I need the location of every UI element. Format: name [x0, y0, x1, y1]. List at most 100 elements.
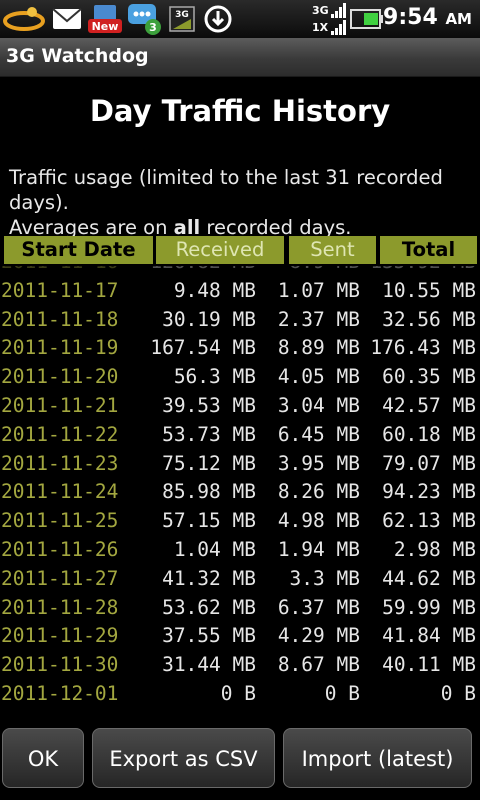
- table-row: 2011-11-23 75.12 MB 3.95 MB 79.07 MB: [0, 450, 480, 479]
- received-cell: 53.62 MB: [162, 595, 256, 619]
- date-cell: 2011-11-27: [1, 566, 119, 590]
- date-cell: 2011-11-17: [1, 278, 119, 302]
- description: Traffic usage (limited to the last 31 re…: [9, 165, 479, 240]
- network-type-top: 3G: [312, 4, 329, 17]
- date-cell: 2011-11-19: [1, 336, 119, 360]
- description-line-1: Traffic usage (limited to the last 31 re…: [9, 166, 443, 214]
- sent-cell: 4.98 MB: [277, 509, 360, 533]
- total-cell: 41.84 MB: [382, 624, 476, 648]
- battery-icon: [350, 3, 384, 35]
- table-row: 2011-11-24 85.98 MB 8.26 MB 94.23 MB: [0, 478, 480, 507]
- date-cell: 2011-11-18: [1, 307, 119, 331]
- app-title: 3G Watchdog: [6, 45, 149, 67]
- received-cell: 53.73 MB: [162, 422, 256, 446]
- header-received[interactable]: Received: [156, 236, 284, 264]
- sent-cell: 8.9 MB: [290, 266, 360, 277]
- received-cell: 39.53 MB: [162, 393, 256, 417]
- page-title: Day Traffic History: [89, 94, 391, 128]
- total-cell: 62.13 MB: [382, 509, 476, 533]
- date-cell: 2011-11-21: [1, 393, 119, 417]
- received-cell: 41.32 MB: [162, 566, 256, 590]
- table-row: 2011-11-29 37.55 MB 4.29 MB 41.84 MB: [0, 622, 480, 651]
- received-cell: 126.82 MB: [150, 266, 256, 277]
- export-csv-button[interactable]: Export as CSV: [92, 728, 275, 788]
- table-row: 2011-11-16 126.82 MB 8.9 MB 135.92 MB: [0, 266, 480, 277]
- sent-cell: 2.37 MB: [277, 307, 360, 331]
- total-cell: 10.55 MB: [382, 278, 476, 302]
- app-title-bar: 3G Watchdog: [0, 38, 480, 77]
- header-sent[interactable]: Sent: [289, 236, 376, 264]
- total-cell: 40.11 MB: [382, 653, 476, 677]
- total-cell: 32.56 MB: [382, 307, 476, 331]
- date-cell: 2011-11-26: [1, 537, 119, 561]
- total-cell: 2.98 MB: [393, 537, 476, 561]
- network-type-bottom: 1X: [312, 21, 329, 34]
- header-total[interactable]: Total: [380, 236, 477, 264]
- received-cell: 37.55 MB: [162, 624, 256, 648]
- date-cell: 2011-11-30: [1, 653, 119, 677]
- table-row: 2011-11-18 30.19 MB 2.37 MB 32.56 MB: [0, 306, 480, 335]
- date-cell: 2011-11-22: [1, 422, 119, 446]
- total-cell: 60.18 MB: [382, 422, 476, 446]
- download-icon: [202, 3, 234, 35]
- sent-cell: 1.94 MB: [277, 537, 360, 561]
- chat-bubble-icon: 3: [126, 3, 164, 35]
- total-cell: 94.23 MB: [382, 480, 476, 504]
- svg-text:New: New: [92, 20, 119, 33]
- mail-icon: [50, 3, 84, 35]
- sent-cell: 6.45 MB: [277, 422, 360, 446]
- sent-cell: 6.37 MB: [277, 595, 360, 619]
- date-cell: 2011-11-28: [1, 595, 119, 619]
- sent-cell: 1.07 MB: [277, 278, 360, 302]
- ok-button[interactable]: OK: [2, 728, 84, 788]
- sent-cell: 4.05 MB: [277, 365, 360, 389]
- total-cell: 44.62 MB: [382, 566, 476, 590]
- received-cell: 56.3 MB: [173, 365, 256, 389]
- traffic-table[interactable]: 2011-11-16126.82 MB8.9 MB135.92 MB2011-1…: [0, 266, 480, 720]
- table-row: 2011-11-21 39.53 MB 3.04 MB 42.57 MB: [0, 392, 480, 421]
- total-cell: 59.99 MB: [382, 595, 476, 619]
- date-cell: 2011-11-16: [1, 266, 118, 277]
- import-latest-button[interactable]: Import (latest): [283, 728, 472, 788]
- received-cell: 167.54 MB: [150, 336, 256, 360]
- table-row: 2011-11-26 1.04 MB 1.94 MB 2.98 MB: [0, 536, 480, 565]
- new-market-icon: New: [86, 3, 124, 35]
- sent-cell: 8.26 MB: [277, 480, 360, 504]
- table-row: 2011-11-27 41.32 MB 3.3 MB 44.62 MB: [0, 565, 480, 594]
- clock: 9:54 AM: [383, 5, 472, 30]
- table-row: 2011-11-20 56.3 MB 4.05 MB 60.35 MB: [0, 363, 480, 392]
- signal-icon: [330, 2, 346, 36]
- date-cell: 2011-11-24: [1, 480, 119, 504]
- table-row: 2011-12-01 0 B 0 B 0 B: [0, 680, 480, 709]
- status-bar: New 3 3G 3G 1X 9:54 AM: [0, 0, 480, 38]
- total-cell: 79.07 MB: [382, 451, 476, 475]
- header-start-date[interactable]: Start Date: [4, 236, 153, 264]
- sent-cell: 0 B: [324, 681, 360, 705]
- received-cell: 85.98 MB: [162, 480, 256, 504]
- received-cell: 31.44 MB: [162, 653, 256, 677]
- table-row: 2011-11-19 167.54 MB 8.89 MB 176.43 MB: [0, 334, 480, 363]
- received-cell: 75.12 MB: [162, 451, 256, 475]
- app-launcher-icon: [2, 3, 46, 35]
- date-cell: 2011-11-20: [1, 365, 119, 389]
- table-row: 2011-11-28 53.62 MB 6.37 MB 59.99 MB: [0, 594, 480, 623]
- received-cell: 1.04 MB: [173, 537, 256, 561]
- table-row: 2011-11-22 53.73 MB 6.45 MB 60.18 MB: [0, 421, 480, 450]
- total-cell: 176.43 MB: [370, 336, 476, 360]
- svg-text:3G: 3G: [175, 10, 189, 20]
- sent-cell: 3.95 MB: [277, 451, 360, 475]
- traffic-table-rows: 2011-11-16126.82 MB8.9 MB135.92 MB2011-1…: [0, 266, 480, 709]
- sent-cell: 3.04 MB: [277, 393, 360, 417]
- total-cell: 60.35 MB: [382, 365, 476, 389]
- 3g-icon: 3G: [168, 3, 196, 35]
- total-cell: 135.92 MB: [370, 266, 476, 277]
- sent-cell: 8.67 MB: [277, 653, 360, 677]
- sent-cell: 3.3 MB: [289, 566, 360, 590]
- total-cell: 0 B: [440, 681, 476, 705]
- table-row: 2011-11-25 57.15 MB 4.98 MB 62.13 MB: [0, 507, 480, 536]
- svg-text:3: 3: [149, 21, 157, 34]
- date-cell: 2011-11-29: [1, 624, 119, 648]
- date-cell: 2011-12-01: [1, 681, 119, 705]
- received-cell: 57.15 MB: [162, 509, 256, 533]
- received-cell: 9.48 MB: [173, 278, 256, 302]
